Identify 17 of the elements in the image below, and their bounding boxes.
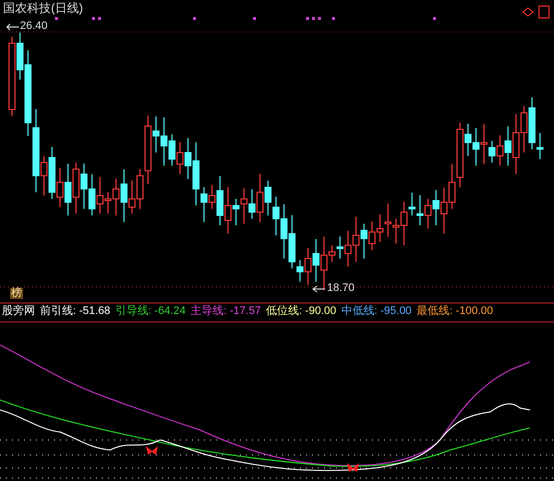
legend-item: 主导线: -17.57 xyxy=(190,306,261,317)
legend-item: 前引线: -51.68 xyxy=(40,306,110,317)
price-label: 26.40 xyxy=(20,21,48,32)
butterfly-icon xyxy=(347,463,359,472)
price-label: 18.70 xyxy=(327,283,355,294)
legend-item: 最低线: -100.00 xyxy=(416,306,493,317)
legend-item: 引导线: -64.24 xyxy=(115,306,186,317)
legend-item: 低位线: -90.00 xyxy=(266,306,336,317)
legend-item: 中低线: -95.00 xyxy=(341,306,412,317)
chart-title: 国农科技(日线) xyxy=(3,2,83,14)
square-icon xyxy=(538,6,550,18)
butterfly-icon xyxy=(146,446,158,455)
indicator-name: 股旁网 xyxy=(2,306,35,317)
arrow-icon xyxy=(6,24,20,30)
badge: 榜 xyxy=(10,288,23,299)
diamond-icon xyxy=(522,7,534,17)
arrow-icon xyxy=(312,286,326,292)
